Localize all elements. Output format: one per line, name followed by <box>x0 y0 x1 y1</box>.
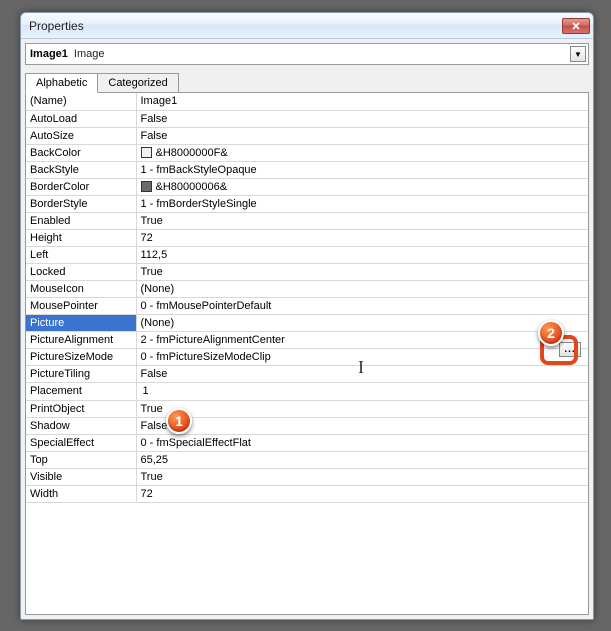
property-name: PrintObject <box>26 400 136 417</box>
property-value[interactable]: False <box>136 127 588 144</box>
property-row[interactable]: MouseIcon(None) <box>26 280 588 297</box>
property-name: BackStyle <box>26 161 136 178</box>
property-value[interactable]: False <box>136 110 588 127</box>
color-swatch <box>141 147 152 158</box>
property-row[interactable]: LockedTrue <box>26 263 588 280</box>
property-value[interactable]: Image1 <box>136 93 588 110</box>
property-value[interactable]: False <box>136 365 588 382</box>
property-name: Locked <box>26 263 136 280</box>
property-value[interactable]: &H80000006& <box>136 178 588 195</box>
object-type: Image <box>74 48 105 60</box>
property-value[interactable]: &H8000000F& <box>136 144 588 161</box>
property-row[interactable]: Picture(None) <box>26 314 588 331</box>
property-value[interactable]: True <box>136 263 588 280</box>
property-value[interactable]: True <box>136 468 588 485</box>
property-row[interactable]: BorderStyle1 - fmBorderStyleSingle <box>26 195 588 212</box>
property-name: Width <box>26 485 136 502</box>
property-row[interactable]: PrintObjectTrue <box>26 400 588 417</box>
property-value[interactable]: 2 - fmPictureAlignmentCenter <box>136 331 588 348</box>
object-selector[interactable]: Image1 Image ▼ <box>25 43 589 65</box>
property-value[interactable]: 0 - fmSpecialEffectFlat <box>136 434 588 451</box>
property-name: Enabled <box>26 212 136 229</box>
property-name: Left <box>26 246 136 263</box>
property-row[interactable]: PictureTilingFalse <box>26 365 588 382</box>
property-row[interactable]: VisibleTrue <box>26 468 588 485</box>
property-row[interactable]: Width72 <box>26 485 588 502</box>
property-row[interactable]: BackColor&H8000000F& <box>26 144 588 161</box>
property-name: Top <box>26 451 136 468</box>
close-button[interactable] <box>562 18 590 34</box>
tab-alphabetic[interactable]: Alphabetic <box>25 73 98 93</box>
property-table: (Name)Image1AutoLoadFalseAutoSizeFalseBa… <box>26 93 588 503</box>
property-name: PictureAlignment <box>26 331 136 348</box>
property-value[interactable]: (None) <box>136 314 588 331</box>
body: Image1 Image ▼ Alphabetic Categorized (N… <box>21 39 593 619</box>
properties-window: Properties Image1 Image ▼ Alphabetic Cat… <box>20 12 594 620</box>
property-row[interactable]: AutoSizeFalse <box>26 127 588 144</box>
property-name: Placement <box>26 382 136 400</box>
property-value[interactable] <box>136 382 588 400</box>
chevron-down-icon: ▼ <box>574 50 582 59</box>
object-name: Image1 <box>30 48 68 60</box>
property-name: Visible <box>26 468 136 485</box>
property-row[interactable]: (Name)Image1 <box>26 93 588 110</box>
property-row[interactable]: AutoLoadFalse <box>26 110 588 127</box>
property-name: (Name) <box>26 93 136 110</box>
property-name: MouseIcon <box>26 280 136 297</box>
property-value[interactable]: False <box>136 417 588 434</box>
property-name: AutoLoad <box>26 110 136 127</box>
property-value[interactable]: True <box>136 400 588 417</box>
property-value-text: &H80000006& <box>156 181 228 193</box>
property-row[interactable]: BackStyle1 - fmBackStyleOpaque <box>26 161 588 178</box>
property-row[interactable]: BorderColor&H80000006& <box>26 178 588 195</box>
property-name: SpecialEffect <box>26 434 136 451</box>
property-name: BorderColor <box>26 178 136 195</box>
tabs: Alphabetic Categorized <box>25 71 589 93</box>
property-value[interactable]: 1 - fmBorderStyleSingle <box>136 195 588 212</box>
window-title: Properties <box>29 19 562 33</box>
property-value[interactable]: 1 - fmBackStyleOpaque <box>136 161 588 178</box>
property-row[interactable]: Left112,5 <box>26 246 588 263</box>
close-icon <box>572 22 580 30</box>
property-row[interactable]: Placement <box>26 382 588 400</box>
property-name: Height <box>26 229 136 246</box>
property-value[interactable]: 65,25 <box>136 451 588 468</box>
property-value[interactable]: 0 - fmMousePointerDefault <box>136 297 588 314</box>
property-name: BackColor <box>26 144 136 161</box>
titlebar[interactable]: Properties <box>21 13 593 39</box>
object-selector-dropdown[interactable]: ▼ <box>570 46 586 62</box>
property-row[interactable]: SpecialEffect0 - fmSpecialEffectFlat <box>26 434 588 451</box>
property-row[interactable]: EnabledTrue <box>26 212 588 229</box>
property-row[interactable]: PictureSizeMode0 - fmPictureSizeModeClip <box>26 348 588 365</box>
property-row[interactable]: ShadowFalse <box>26 417 588 434</box>
property-grid: (Name)Image1AutoLoadFalseAutoSizeFalseBa… <box>25 92 589 615</box>
property-value[interactable]: 112,5 <box>136 246 588 263</box>
property-row[interactable]: MousePointer0 - fmMousePointerDefault <box>26 297 588 314</box>
property-value[interactable]: 0 - fmPictureSizeModeClip <box>136 348 588 365</box>
picture-browse-button[interactable]: ... <box>559 342 581 357</box>
tab-categorized[interactable]: Categorized <box>97 73 178 93</box>
property-row[interactable]: Top65,25 <box>26 451 588 468</box>
property-name: PictureTiling <box>26 365 136 382</box>
property-name: PictureSizeMode <box>26 348 136 365</box>
property-value[interactable]: 72 <box>136 229 588 246</box>
property-value[interactable]: 72 <box>136 485 588 502</box>
property-value[interactable]: True <box>136 212 588 229</box>
property-name: Shadow <box>26 417 136 434</box>
property-row[interactable]: Height72 <box>26 229 588 246</box>
property-name: Picture <box>26 314 136 331</box>
color-swatch <box>141 181 152 192</box>
property-name: BorderStyle <box>26 195 136 212</box>
property-name: MousePointer <box>26 297 136 314</box>
property-name: AutoSize <box>26 127 136 144</box>
property-value[interactable]: (None) <box>136 280 588 297</box>
property-row[interactable]: PictureAlignment2 - fmPictureAlignmentCe… <box>26 331 588 348</box>
property-edit-input[interactable] <box>141 384 181 399</box>
property-value-text: &H8000000F& <box>156 147 228 159</box>
